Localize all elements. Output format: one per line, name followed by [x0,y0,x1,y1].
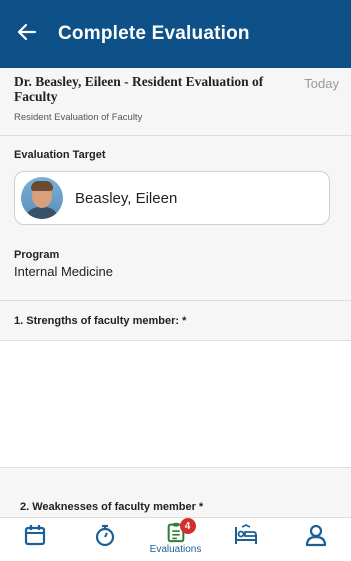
evaluation-target-label: Evaluation Target [14,149,106,161]
calendar-icon [23,523,47,547]
evaluation-target-name: Beasley, Eileen [75,189,178,207]
stopwatch-icon [93,523,117,547]
program-section: Program Internal Medicine [0,237,351,299]
page-title: Complete Evaluation [58,23,250,44]
nav-item-timer[interactable] [70,518,140,561]
evaluation-header: Dr. Beasley, Eileen - Resident Evaluatio… [0,68,351,136]
nav-item-patients[interactable] [211,518,281,561]
program-label: Program [14,249,60,261]
patient-bed-icon [233,523,259,547]
question-2-label: 2. Weaknesses of faculty member * [20,501,204,513]
user-icon [304,523,328,547]
avatar [21,177,63,219]
notification-badge: 4 [179,518,196,534]
back-arrow-icon [17,21,37,47]
evaluation-date: Today [304,76,339,91]
nav-item-profile[interactable] [281,518,351,561]
evaluation-type: Resident Evaluation of Faculty [14,112,143,123]
back-button[interactable] [0,0,54,68]
evaluation-target-card[interactable]: Beasley, Eileen [14,171,330,225]
evaluation-title: Dr. Beasley, Eileen - Resident Evaluatio… [14,74,264,104]
nav-item-evaluations[interactable]: 4 Evaluations [140,518,210,561]
question-1-answer-field[interactable] [0,340,351,468]
bottom-nav: 4 Evaluations [0,517,351,561]
nav-label-evaluations: Evaluations [149,544,202,555]
question-1: 1. Strengths of faculty member: * [0,300,351,340]
question-1-label: 1. Strengths of faculty member: * [14,315,187,327]
evaluation-target-section: Evaluation Target Beasley, Eileen [0,137,351,237]
question-2: 2. Weaknesses of faculty member * [0,469,351,519]
nav-item-calendar[interactable] [0,518,70,561]
program-value: Internal Medicine [14,264,113,279]
app-bar: Complete Evaluation [0,0,351,68]
